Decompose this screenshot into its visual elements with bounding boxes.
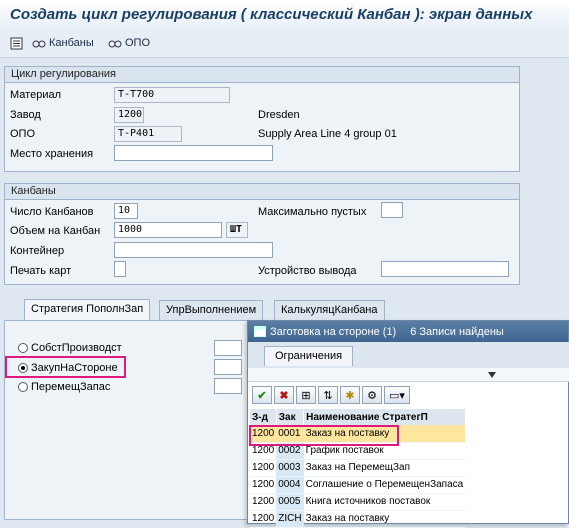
cell-plant[interactable]: 1200 (250, 510, 277, 528)
confirm-button[interactable]: ✔ (252, 386, 272, 404)
cell-description[interactable]: Заказ на поставку (303, 510, 466, 528)
column-header[interactable]: З-д (250, 409, 277, 425)
cell-description[interactable]: Заказ на ПеремещЗап (303, 459, 466, 477)
output-device-label: Устройство вывода (258, 265, 357, 277)
option-label: СобстПроизводст (31, 342, 122, 354)
document-icon (10, 37, 23, 50)
option-stock-transfer[interactable]: ПеремещЗапас (18, 381, 110, 393)
settings-icon: ⚙ (367, 389, 377, 402)
cell-description[interactable]: Соглашение о ПеремещенЗапаса (303, 476, 466, 494)
cell-strategy[interactable]: 0004 (276, 476, 304, 494)
kanban-group-title: Канбаны (5, 184, 519, 200)
window-icon (254, 326, 266, 337)
material-label: Материал (10, 89, 61, 101)
glasses-icon (32, 40, 46, 48)
radio-button[interactable] (18, 382, 28, 392)
kanbans-button-label: Канбаны (49, 37, 94, 49)
popup-header: Заготовка на стороне (1) 6 Записи найден… (248, 321, 568, 342)
external-strategy-field[interactable] (214, 359, 242, 375)
favorites-button[interactable]: ✱ (340, 386, 360, 404)
popup-title: Заготовка на стороне (1) (270, 325, 397, 338)
unit-field[interactable]: ШТ (226, 222, 248, 238)
highlight-box (249, 425, 399, 446)
star-icon: ✱ (345, 389, 355, 402)
container-field[interactable] (114, 242, 273, 258)
transfer-strategy-field[interactable] (214, 378, 242, 394)
cell-plant[interactable]: 1200 (250, 459, 277, 477)
binoculars-icon: ⊞ (301, 389, 311, 402)
find-button[interactable]: ⊞ (296, 386, 316, 404)
sort-icon: ⇅ (323, 389, 333, 402)
radio-button[interactable] (18, 343, 28, 353)
table-row[interactable]: 1200 0005 Книга источников поставок (250, 493, 466, 511)
checkmark-icon: ✔ (257, 389, 267, 402)
popup-toolbar: ✔ ✖ ⊞ ⇅ ✱ ⚙ ▭▾ (248, 386, 569, 406)
restrictions-toggle[interactable] (248, 368, 569, 382)
cell-plant[interactable]: 1200 (250, 493, 277, 511)
application-toolbar: Канбаны ОПО (0, 30, 569, 58)
opo-button[interactable]: ОПО (108, 37, 150, 49)
volume-field[interactable]: 1000 (114, 222, 222, 238)
volume-label: Объем на Канбан (10, 225, 101, 237)
title-bar: Создать цикл регулирования ( классически… (0, 0, 569, 30)
opo-button-label: ОПО (125, 37, 151, 49)
page-title: Создать цикл регулирования ( классически… (10, 6, 533, 23)
table-row[interactable]: 1200 0003 Заказ на ПеремещЗап (250, 459, 466, 477)
print-cards-field[interactable] (114, 261, 126, 277)
column-header[interactable]: Наименование СтратегП (303, 409, 466, 425)
cell-plant[interactable]: 1200 (250, 476, 277, 494)
option-label: ПеремещЗапас (31, 381, 111, 393)
cell-strategy[interactable]: ZICH (276, 510, 304, 528)
max-empty-label: Максимально пустых (258, 206, 367, 218)
print-menu-button[interactable]: ▭▾ (384, 386, 410, 404)
tab-execution-control[interactable]: УпрВыполнением (159, 300, 264, 320)
table-row[interactable]: 1200 ZICH Заказ на поставку (250, 510, 466, 528)
opo-description: Supply Area Line 4 group 01 (258, 128, 397, 140)
tab-kanban-calculation[interactable]: КалькуляцКанбана (274, 300, 385, 320)
storage-field[interactable] (114, 145, 273, 161)
glasses-icon (108, 40, 122, 48)
cell-description[interactable]: Книга источников поставок (303, 493, 466, 511)
cell-strategy[interactable]: 0005 (276, 493, 304, 511)
storage-label: Место хранения (10, 148, 94, 160)
container-label: Контейнер (10, 245, 65, 257)
table-header: З-д Зак Наименование СтратегП (250, 409, 466, 425)
popup-record-count: 6 Записи найдены (410, 325, 504, 338)
cancel-button[interactable]: ✖ (274, 386, 294, 404)
opo-label: ОПО (10, 128, 36, 140)
cell-strategy[interactable]: 0003 (276, 459, 304, 477)
tab-replenishment-strategy[interactable]: Стратегия ПополнЗап (24, 299, 151, 321)
plant-name: Dresden (258, 109, 300, 121)
close-icon: ✖ (279, 389, 289, 402)
print-cards-label: Печать карт (10, 265, 72, 277)
max-empty-field[interactable] (381, 202, 403, 218)
opo-field[interactable]: T-P401 (114, 126, 182, 142)
tab-restrictions[interactable]: Ограничения (264, 346, 354, 366)
kanban-count-field[interactable]: 10 (114, 203, 138, 219)
cycle-group-title: Цикл регулирования (5, 67, 519, 83)
material-field[interactable]: T-T700 (114, 87, 230, 103)
plant-field[interactable]: 1200 (114, 107, 144, 123)
highlight-box (5, 356, 126, 378)
plant-label: Завод (10, 109, 41, 121)
kanban-count-label: Число Канбанов (10, 206, 94, 218)
column-header[interactable]: Зак (276, 409, 305, 425)
tab-strip: Стратегия ПополнЗап УпрВыполнением Кальк… (4, 299, 524, 321)
printer-icon: ▭▾ (389, 389, 405, 402)
output-device-field[interactable] (381, 261, 509, 277)
sort-button[interactable]: ⇅ (318, 386, 338, 404)
header-data-button[interactable] (10, 37, 23, 50)
search-help-popup: Заготовка на стороне (1) 6 Записи найден… (247, 320, 569, 528)
option-in-house-production[interactable]: СобстПроизводст (18, 342, 122, 354)
triangle-down-icon (488, 372, 496, 378)
kanbans-button[interactable]: Канбаны (32, 37, 94, 49)
personalize-button[interactable]: ⚙ (362, 386, 382, 404)
in-house-strategy-field[interactable] (214, 340, 242, 356)
popup-tab-bar: Ограничения (248, 342, 569, 368)
table-row[interactable]: 1200 0004 Соглашение о ПеремещенЗапаса (250, 476, 466, 494)
